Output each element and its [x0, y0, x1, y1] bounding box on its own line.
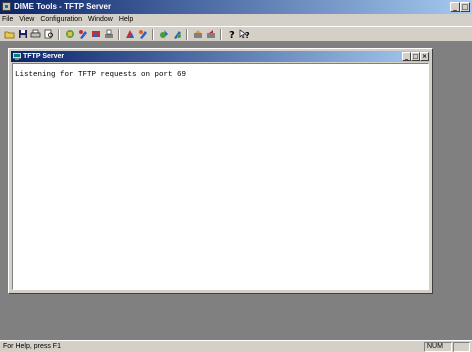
- tool-icon-4[interactable]: [103, 29, 114, 40]
- toolbar-separator: [58, 28, 60, 40]
- tool-icon-10[interactable]: [205, 29, 216, 40]
- main-titlebar[interactable]: DIME Tools - TFTP Server _ □: [0, 0, 472, 14]
- tool-icon-9[interactable]: [192, 29, 203, 40]
- window-title: DIME Tools - TFTP Server: [14, 2, 112, 11]
- child-minimize-button[interactable]: _: [402, 52, 411, 61]
- mdi-client-area: TFTP Server _ □ × Listening for TFTP req…: [0, 42, 472, 340]
- tool-icon-1[interactable]: [64, 29, 75, 40]
- app-icon[interactable]: [2, 2, 11, 11]
- context-help-icon[interactable]: ?: [239, 29, 250, 40]
- menubar: File View Configuration Window Help: [0, 14, 472, 26]
- print-preview-icon[interactable]: [43, 29, 54, 40]
- log-output[interactable]: Listening for TFTP requests on port 69: [12, 63, 429, 290]
- menu-help[interactable]: Help: [119, 14, 133, 26]
- log-line: Listening for TFTP requests on port 69: [15, 71, 187, 79]
- print-icon[interactable]: [30, 29, 41, 40]
- tool-icon-5[interactable]: [124, 29, 135, 40]
- toolbar-separator: [220, 28, 222, 40]
- menu-view[interactable]: View: [19, 14, 34, 26]
- num-lock-indicator: NUM: [424, 342, 452, 352]
- tool-icon-3[interactable]: [90, 29, 101, 40]
- save-icon[interactable]: [17, 29, 28, 40]
- child-window-title: TFTP Server: [23, 53, 65, 60]
- child-titlebar[interactable]: TFTP Server _ □ ×: [11, 51, 430, 62]
- statusbar: For Help, press F1 NUM: [0, 340, 472, 352]
- minimize-button[interactable]: _: [450, 2, 460, 12]
- toolbar-separator: [118, 28, 120, 40]
- svg-text:?: ?: [229, 30, 235, 39]
- child-maximize-button[interactable]: □: [411, 52, 420, 61]
- tool-icon-2[interactable]: [77, 29, 88, 40]
- svg-text:?: ?: [245, 31, 250, 39]
- toolbar-separator: [186, 28, 188, 40]
- status-panel-empty: [453, 342, 470, 352]
- menu-window[interactable]: Window: [88, 14, 113, 26]
- maximize-button[interactable]: □: [460, 2, 470, 12]
- child-close-button[interactable]: ×: [420, 52, 429, 61]
- menu-file[interactable]: File: [2, 14, 13, 26]
- open-icon[interactable]: [4, 29, 15, 40]
- server-icon[interactable]: [13, 53, 21, 60]
- status-text: For Help, press F1: [3, 343, 61, 350]
- num-lock-label: NUM: [427, 343, 443, 350]
- tool-icon-6[interactable]: [137, 29, 148, 40]
- toolbar: ? ?: [0, 26, 472, 42]
- tftp-server-window[interactable]: TFTP Server _ □ × Listening for TFTP req…: [8, 48, 433, 294]
- toolbar-separator: [152, 28, 154, 40]
- tool-icon-8[interactable]: [171, 29, 182, 40]
- menu-configuration[interactable]: Configuration: [40, 14, 82, 26]
- tool-icon-7[interactable]: [158, 29, 169, 40]
- help-icon[interactable]: ?: [226, 29, 237, 40]
